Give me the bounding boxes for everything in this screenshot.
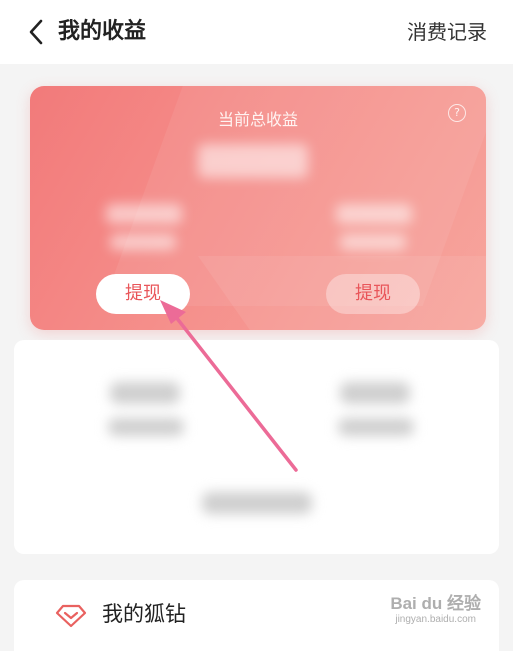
earnings-card: 当前总收益 ? 提现 提现 — [30, 86, 486, 330]
consumption-history-link[interactable]: 消费记录 — [407, 16, 487, 48]
watermark-brand: Bai du 经验 — [390, 594, 481, 613]
blurred-right-label — [340, 234, 406, 250]
diamond-icon — [55, 604, 87, 628]
question-circle-icon[interactable]: ? — [448, 104, 466, 122]
back-button[interactable] — [22, 16, 50, 48]
blurred-right-amount — [336, 204, 412, 224]
blurred-stat-label — [338, 418, 414, 436]
total-earnings-label: 当前总收益 — [217, 110, 298, 129]
watermark-url: jingyan.baidu.com — [395, 614, 476, 625]
top-bar: 我的收益 消费记录 — [0, 0, 513, 64]
blurred-left-label — [110, 234, 176, 250]
blurred-stat-value — [110, 382, 180, 404]
page-title: 我的收益 — [58, 19, 147, 44]
blurred-stat-value — [340, 382, 410, 404]
blurred-left-amount — [106, 204, 182, 224]
withdraw-button-primary[interactable]: 提现 — [96, 274, 190, 314]
earnings-detail-panel — [14, 340, 499, 554]
chevron-left-icon — [29, 19, 43, 45]
my-diamonds-label: 我的狐钻 — [102, 602, 186, 626]
baidu-jingyan-watermark: Bai du 经验 jingyan.baidu.com — [390, 594, 481, 626]
blurred-stat-label — [108, 418, 184, 436]
blurred-detail-link[interactable] — [202, 492, 312, 514]
blurred-total-amount — [198, 144, 308, 178]
withdraw-button-secondary[interactable]: 提现 — [326, 274, 420, 314]
